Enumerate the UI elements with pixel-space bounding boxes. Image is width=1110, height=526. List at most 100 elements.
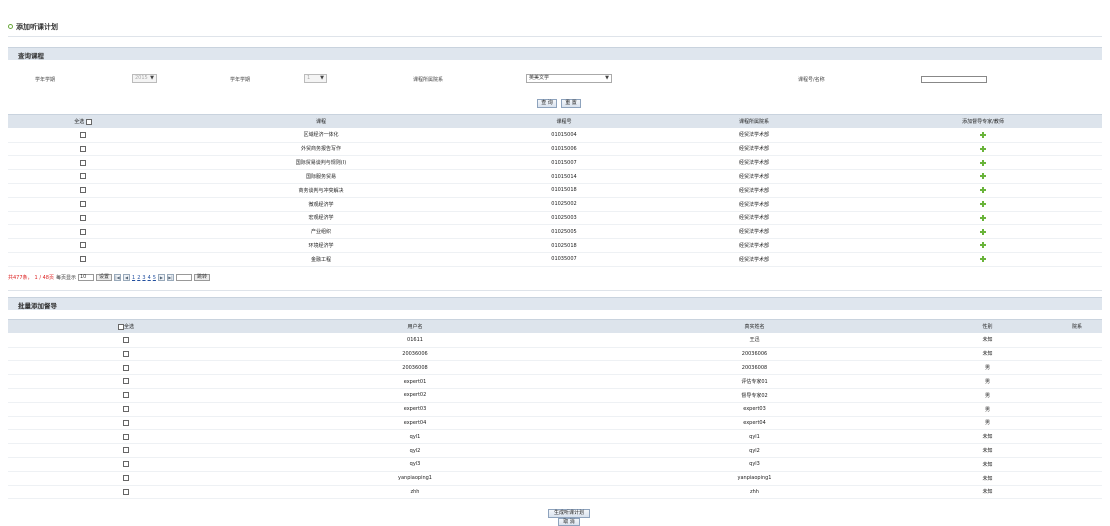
dept bbox=[1052, 333, 1102, 348]
gender: 未知 bbox=[923, 485, 1052, 500]
row-checkbox[interactable] bbox=[80, 145, 86, 152]
row-checkbox[interactable] bbox=[123, 488, 129, 495]
select-all-checkbox[interactable] bbox=[85, 118, 92, 125]
cancel-button[interactable]: 取 消 bbox=[558, 518, 580, 526]
dept bbox=[1052, 402, 1102, 417]
gender: 未知 bbox=[923, 429, 1052, 445]
row-checkbox[interactable] bbox=[123, 350, 129, 357]
gender: 男 bbox=[923, 416, 1052, 431]
add-icon[interactable] bbox=[980, 228, 986, 235]
username: yanpiaoping1 bbox=[244, 471, 586, 486]
page-info: 1 / 48页 bbox=[34, 275, 54, 281]
page-link-1[interactable]: 1 bbox=[132, 275, 135, 281]
row-checkbox[interactable] bbox=[80, 131, 86, 138]
add-icon[interactable] bbox=[980, 256, 986, 263]
row-checkbox[interactable] bbox=[123, 419, 129, 426]
row-checkbox[interactable] bbox=[123, 461, 129, 468]
add-icon[interactable] bbox=[980, 145, 986, 152]
row-checkbox[interactable] bbox=[123, 364, 129, 371]
page-link-5[interactable]: 5 bbox=[153, 275, 156, 281]
username-header[interactable]: 用户名 bbox=[244, 319, 586, 334]
last-page-icon[interactable]: ▶| bbox=[166, 274, 174, 281]
add-icon[interactable] bbox=[980, 187, 986, 194]
dept-header[interactable]: 院系 bbox=[1052, 319, 1102, 334]
row-checkbox[interactable] bbox=[123, 392, 129, 399]
add-icon[interactable] bbox=[980, 159, 986, 166]
page-link-2[interactable]: 2 bbox=[137, 275, 140, 281]
gender: 未知 bbox=[923, 471, 1052, 486]
row-checkbox[interactable] bbox=[123, 447, 129, 454]
table-row: 国际贸易谈判与规则(I) 01015007 经贸法学术部 bbox=[8, 155, 1102, 171]
add-icon[interactable] bbox=[980, 242, 986, 249]
row-checkbox[interactable] bbox=[80, 200, 86, 207]
select-all-header[interactable]: 全选 bbox=[8, 114, 158, 129]
course-name-header[interactable]: 课程 bbox=[158, 114, 484, 129]
username: zhh bbox=[244, 485, 586, 500]
course-code: 01015018 bbox=[484, 183, 644, 198]
realname: 20036006 bbox=[586, 347, 923, 362]
row-checkbox[interactable] bbox=[80, 159, 86, 166]
course-code-header[interactable]: 课程号 bbox=[484, 114, 644, 129]
add-expert-header: 添加督导专家/教师 bbox=[864, 114, 1102, 129]
add-icon[interactable] bbox=[980, 173, 986, 180]
row-checkbox[interactable] bbox=[80, 228, 86, 235]
prev-page-icon[interactable]: ◀ bbox=[123, 274, 130, 281]
username: expert04 bbox=[244, 416, 586, 431]
realname-header[interactable]: 真实姓名 bbox=[586, 319, 923, 334]
pagination: 共477条， 1 / 48页 每页显示 10 设置 |◀ ◀ 1 2 3 4 5… bbox=[8, 274, 210, 281]
course-input[interactable] bbox=[921, 76, 987, 83]
course-label: 课程号/名称 bbox=[798, 77, 825, 83]
course-dept: 经贸法学术部 bbox=[644, 211, 864, 226]
college-select[interactable]: 英美文学 ▼ bbox=[526, 74, 612, 83]
row-checkbox[interactable] bbox=[123, 474, 129, 481]
table-row: 商务谈判与冲突解决 01015018 经贸法学术部 bbox=[8, 183, 1102, 198]
course-dept-header[interactable]: 课程所属院系 bbox=[644, 114, 864, 129]
table-row: 国际服务贸易 01015014 经贸法学术部 bbox=[8, 169, 1102, 184]
chevron-down-icon: ▼ bbox=[605, 75, 609, 81]
username: 20036006 bbox=[244, 347, 586, 362]
row-checkbox[interactable] bbox=[80, 214, 86, 221]
dept bbox=[1052, 471, 1102, 486]
course-name: 宏观经济学 bbox=[158, 211, 484, 226]
table-row: 20036006 20036006 未知 bbox=[8, 347, 1102, 362]
generate-plan-button[interactable]: 生成听课计划 bbox=[548, 509, 590, 518]
set-per-page-button[interactable]: 设置 bbox=[95, 274, 112, 281]
table-row: 01611 王迅 未知 bbox=[8, 333, 1102, 348]
gender-header[interactable]: 性别 bbox=[923, 319, 1052, 334]
table-row: yanpiaoping1 yanpiaoping1 未知 bbox=[8, 471, 1102, 486]
first-page-icon[interactable]: |◀ bbox=[114, 274, 121, 281]
add-icon[interactable] bbox=[980, 131, 986, 138]
select-all-header[interactable]: 全选 bbox=[8, 319, 244, 334]
row-checkbox[interactable] bbox=[80, 242, 86, 249]
table-row: 金融工程 01035007 经贸法学术部 bbox=[8, 252, 1102, 267]
term-label: 学年学期 bbox=[230, 77, 251, 83]
gender: 男 bbox=[923, 360, 1052, 376]
row-checkbox[interactable] bbox=[123, 433, 129, 440]
realname: zhh bbox=[586, 485, 923, 500]
supervisors-table: 全选 用户名 真实姓名 性别 院系 01611 王迅 未知 20036006 2003… bbox=[8, 319, 1102, 500]
table-row: expert02 督导专家02 男 bbox=[8, 388, 1102, 403]
row-checkbox[interactable] bbox=[123, 336, 129, 343]
term-select[interactable]: 1 ▼ bbox=[304, 74, 327, 83]
reset-button[interactable]: 重 置 bbox=[561, 99, 581, 108]
year-select[interactable]: 2015 ▼ bbox=[132, 74, 157, 83]
goto-page-button[interactable]: 跳转 bbox=[193, 274, 210, 281]
realname: qyl3 bbox=[586, 457, 923, 472]
goto-page-input[interactable] bbox=[175, 274, 192, 281]
realname: 督导专家02 bbox=[586, 388, 923, 403]
next-page-icon[interactable]: ▶ bbox=[157, 274, 165, 281]
row-checkbox[interactable] bbox=[80, 173, 86, 180]
page-link-4[interactable]: 4 bbox=[148, 275, 151, 281]
add-icon[interactable] bbox=[980, 200, 986, 207]
row-checkbox[interactable] bbox=[80, 187, 86, 194]
username: expert03 bbox=[244, 402, 586, 417]
add-icon[interactable] bbox=[980, 214, 986, 221]
per-page-input[interactable]: 10 bbox=[77, 274, 94, 281]
course-name: 国际贸易谈判与规则(I) bbox=[158, 155, 484, 171]
row-checkbox[interactable] bbox=[123, 405, 129, 412]
query-button[interactable]: 查 询 bbox=[537, 99, 557, 108]
row-checkbox[interactable] bbox=[123, 378, 129, 385]
course-code: 01015006 bbox=[484, 142, 644, 157]
page-link-3[interactable]: 3 bbox=[142, 275, 145, 281]
row-checkbox[interactable] bbox=[80, 256, 86, 263]
